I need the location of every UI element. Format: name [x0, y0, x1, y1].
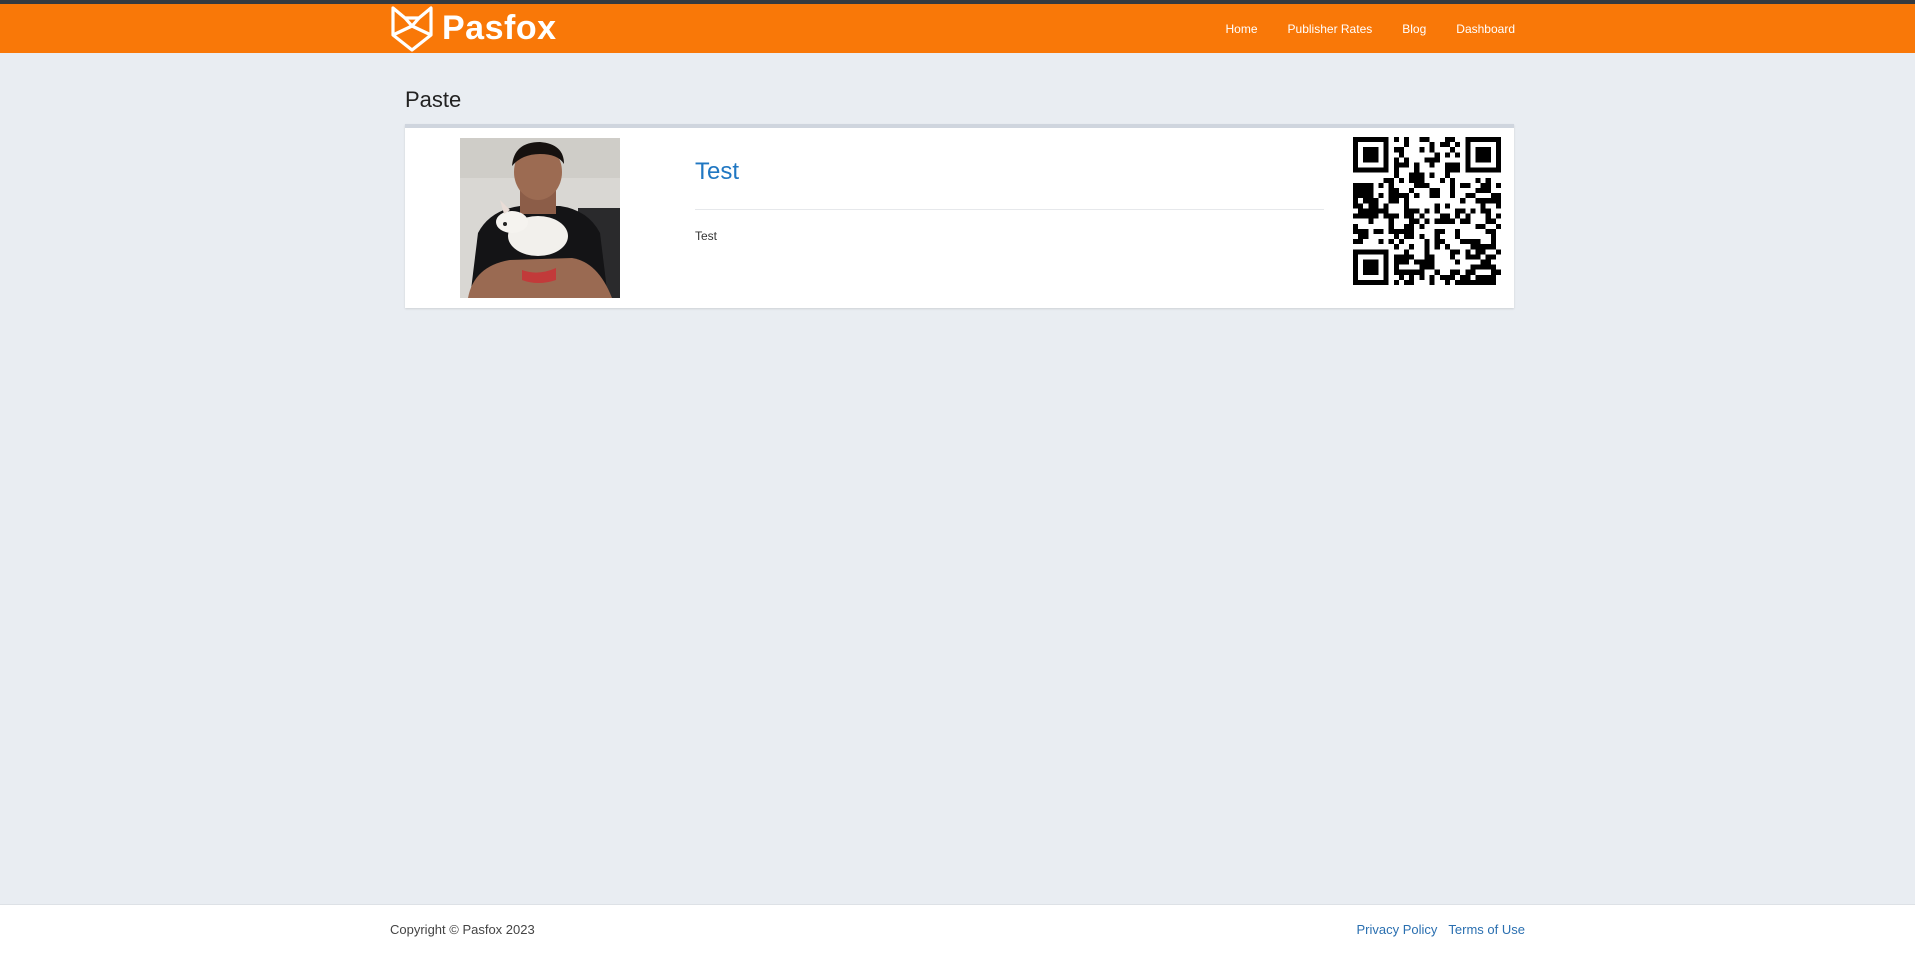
- qr-code-icon: [1353, 137, 1501, 285]
- footer: Copyright © Pasfox 2023 Privacy Policy T…: [0, 904, 1915, 960]
- brand-logo-link[interactable]: Pasfox: [390, 4, 557, 53]
- brand-name: Pasfox: [442, 9, 557, 47]
- copyright-text: Copyright © Pasfox 2023: [390, 922, 535, 937]
- nav-home-link[interactable]: Home: [1226, 22, 1258, 36]
- title-divider: [695, 209, 1324, 210]
- footer-links: Privacy Policy Terms of Use: [1357, 922, 1526, 937]
- nav-blog-link[interactable]: Blog: [1402, 22, 1426, 36]
- paste-title-link[interactable]: Test: [695, 158, 739, 186]
- nav-dashboard-link[interactable]: Dashboard: [1456, 22, 1515, 36]
- main-nav: Home Publisher Rates Blog Dashboard: [1226, 4, 1515, 53]
- navbar: Pasfox Home Publisher Rates Blog Dashboa…: [0, 4, 1915, 53]
- page-title: Paste: [405, 87, 462, 112]
- paste-card: Test Test: [405, 124, 1514, 308]
- privacy-policy-link[interactable]: Privacy Policy: [1357, 922, 1438, 937]
- user-avatar: [460, 138, 620, 298]
- nav-publisher-rates-link[interactable]: Publisher Rates: [1288, 22, 1373, 36]
- avatar-photo: [460, 138, 620, 298]
- paste-content: Test: [695, 229, 718, 243]
- fox-head-icon: [391, 5, 433, 52]
- terms-of-use-link[interactable]: Terms of Use: [1448, 922, 1525, 937]
